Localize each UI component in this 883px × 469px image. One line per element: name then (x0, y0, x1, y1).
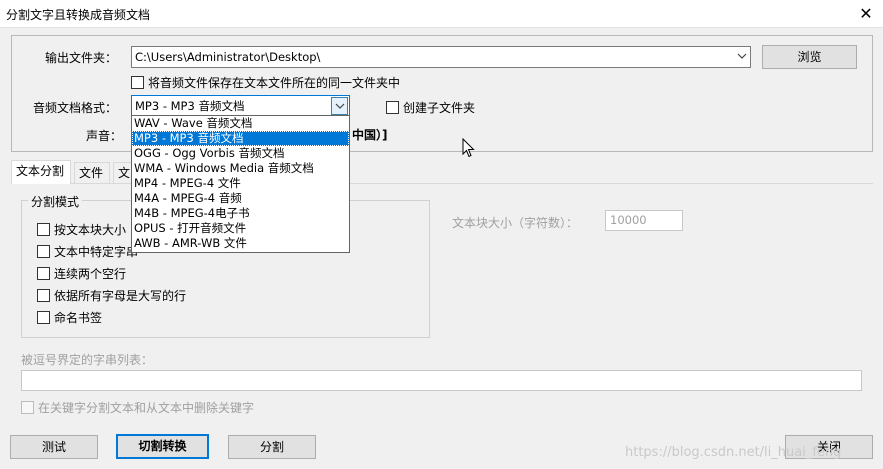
create-subfolder-label: 创建子文件夹 (403, 101, 476, 115)
audio-format-value: MP3 - MP3 音频文档 (135, 99, 245, 113)
window-title: 分割文字且转换成音频文档 (6, 8, 151, 22)
tab-file[interactable]: 文件 (74, 162, 110, 183)
output-folder-label: 输出文件夹： (45, 51, 118, 65)
test-button[interactable]: 测试 (10, 435, 98, 459)
split-option-checkbox[interactable] (37, 223, 50, 236)
keyword-split-label: 在关键字分割文本和从文本中删除关键字 (38, 401, 255, 415)
browse-button[interactable]: 浏览 (762, 45, 857, 69)
split-option-row[interactable]: 依据所有字母是大写的行 (37, 287, 186, 304)
split-option-label: 依据所有字母是大写的行 (54, 289, 187, 303)
split-option-row[interactable]: 文本中特定字串 (37, 243, 138, 260)
create-subfolder-checkbox[interactable] (386, 101, 399, 114)
split-option-checkbox[interactable] (37, 289, 50, 302)
split-option-row[interactable]: 命名书签 (37, 309, 102, 326)
comma-list-label: 被逗号界定的字串列表： (21, 353, 154, 367)
keyword-split-row[interactable]: 在关键字分割文本和从文本中删除关键字 (21, 399, 254, 416)
same-folder-checkbox-row[interactable]: 将音频文件保存在文本文件所在的同一文件夹中 (131, 74, 400, 91)
comma-list-input[interactable] (21, 370, 862, 391)
split-option-label: 按文本块大小 (54, 223, 127, 237)
split-option-label: 连续两个空行 (54, 267, 127, 281)
same-folder-label: 将音频文件保存在文本文件所在的同一文件夹中 (148, 76, 401, 90)
output-folder-value: C:\Users\Administrator\Desktop\ (135, 50, 321, 64)
split-option-label: 命名书签 (54, 311, 103, 325)
audio-format-dropdown[interactable]: WAV - Wave 音频文档 MP3 - MP3 音频文档 OGG - Ogg… (131, 115, 350, 253)
block-size-input[interactable]: 10000 (605, 210, 683, 231)
split-option-checkbox[interactable] (37, 245, 50, 258)
split-mode-legend: 分割模式 (28, 193, 83, 210)
split-option-label: 文本中特定字串 (54, 245, 139, 259)
dropdown-option[interactable]: WMA - Windows Media 音频文档 (132, 161, 349, 176)
audio-format-label: 音频文档格式： (33, 101, 118, 115)
chevron-down-icon[interactable] (331, 97, 348, 115)
same-folder-checkbox[interactable] (131, 76, 144, 89)
dropdown-option[interactable]: OGG - Ogg Vorbis 音频文档 (132, 146, 349, 161)
block-size-label: 文本块大小（字符数）： (452, 216, 579, 230)
mouse-cursor-icon (462, 137, 475, 161)
split-option-row[interactable]: 连续两个空行 (37, 265, 126, 282)
output-folder-combo[interactable]: C:\Users\Administrator\Desktop\ (131, 46, 751, 68)
close-icon[interactable]: ✕ (854, 3, 878, 25)
dropdown-option[interactable]: WAV - Wave 音频文档 (132, 116, 349, 131)
split-option-checkbox[interactable] (37, 311, 50, 324)
split-convert-button[interactable]: 切割转换 (116, 434, 209, 459)
watermark: https://blog.csdn.net/li_huai_feng (625, 445, 842, 460)
create-subfolder-row[interactable]: 创建子文件夹 (386, 99, 475, 116)
chevron-down-icon[interactable] (733, 48, 750, 66)
dropdown-option[interactable]: M4B - MPEG-4电子书 (132, 206, 349, 221)
dropdown-option[interactable]: M4A - MPEG-4 音频 (132, 191, 349, 206)
tab-text-split[interactable]: 文本分割 (11, 160, 71, 184)
dropdown-option[interactable]: OPUS - 打开音频文件 (132, 221, 349, 236)
split-button[interactable]: 分割 (228, 435, 316, 459)
dropdown-option[interactable]: AWB - AMR-WB 文件 (132, 236, 349, 251)
dropdown-option-selected[interactable]: MP3 - MP3 音频文档 (132, 131, 349, 146)
audio-format-select[interactable]: MP3 - MP3 音频文档 (131, 95, 350, 117)
keyword-split-checkbox[interactable] (21, 401, 34, 414)
voice-label: 声音： (86, 129, 123, 143)
dropdown-option[interactable]: MP4 - MPEG-4 文件 (132, 176, 349, 191)
split-option-row[interactable]: 按文本块大小 (37, 221, 126, 238)
split-option-checkbox[interactable] (37, 267, 50, 280)
